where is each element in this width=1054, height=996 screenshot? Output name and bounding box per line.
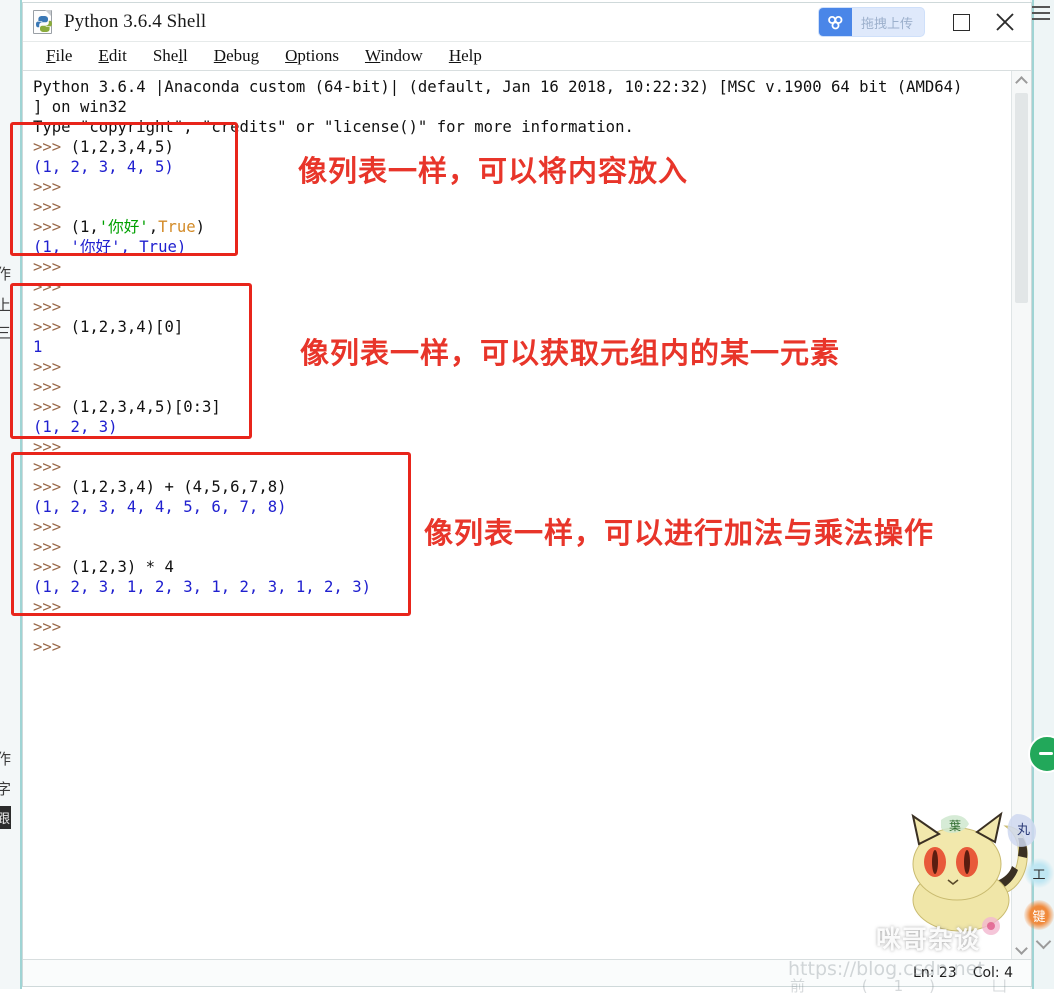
input-4: (1,2,3,4,5)[0:3]	[70, 398, 221, 416]
page-menu-icon[interactable]	[1032, 6, 1050, 20]
output-2: (1, '你好', True)	[33, 238, 187, 256]
bg-fragment-6: 跟	[0, 806, 12, 829]
prompt-18: >>>	[33, 598, 62, 616]
prompt-13: >>>	[33, 458, 62, 476]
input-2-keyword: True	[158, 218, 196, 236]
output-1: (1, 2, 3, 4, 5)	[33, 158, 174, 176]
output-4: (1, 2, 3)	[33, 418, 118, 436]
prompt-5: >>>	[33, 258, 62, 276]
input-2-mid: ,	[148, 218, 159, 236]
orange-badge-icon[interactable]: 键	[1024, 900, 1054, 930]
faint-toolbar-icons: 前 (1) 凵 ()	[790, 977, 1054, 995]
maximize-button[interactable]	[939, 3, 983, 41]
input-2-post: )	[195, 218, 206, 236]
annotation-add-multiply: 像列表一样，可以进行加法与乘法操作	[424, 516, 935, 550]
background-left-strip: 作 上 三 作 字 跟	[0, 0, 22, 989]
prompt-17: >>>	[33, 558, 62, 576]
prompt-9: >>>	[33, 358, 62, 376]
chevron-up-icon	[1015, 75, 1028, 89]
menu-item-help[interactable]: Help	[436, 46, 495, 66]
close-button[interactable]	[983, 3, 1027, 41]
prompt-1: >>>	[33, 138, 62, 156]
scroll-up-button[interactable]	[1012, 71, 1031, 90]
bg-fragment-3: 三	[0, 324, 12, 342]
scroll-down-button[interactable]	[1012, 940, 1031, 959]
maximize-icon	[952, 13, 970, 31]
banner-line-1: Python 3.6.4 |Anaconda custom (64-bit)| …	[33, 78, 963, 96]
menu-item-edit[interactable]: Edit	[85, 46, 139, 66]
output-5: (1, 2, 3, 4, 4, 5, 6, 7, 8)	[33, 498, 287, 516]
input-5: (1,2,3,4) + (4,5,6,7,8)	[70, 478, 287, 496]
prompt-8: >>>	[33, 318, 62, 336]
annotation-put-content: 像列表一样，可以将内容放入	[298, 154, 689, 188]
python-file-icon	[33, 10, 55, 34]
output-3: 1	[33, 338, 43, 356]
blue-badge-icon[interactable]: 工	[1024, 858, 1054, 888]
prompt-12: >>>	[33, 438, 62, 456]
drag-upload-button[interactable]: 拖拽上传	[817, 7, 925, 37]
title-bar: Python 3.6.4 Shell 拖拽上传	[23, 3, 1031, 42]
close-icon	[996, 13, 1014, 31]
prompt-14: >>>	[33, 478, 62, 496]
scrollbar-thumb[interactable]	[1015, 93, 1028, 303]
menu-item-window[interactable]: Window	[352, 46, 436, 66]
banner-line-3: Type "copyright", "credits" or "license(…	[33, 118, 634, 136]
drag-upload-label: 拖拽上传	[860, 16, 913, 32]
prompt-15: >>>	[33, 518, 62, 536]
brand-watermark: 咪哥杂谈	[876, 925, 981, 954]
prompt-11: >>>	[33, 398, 62, 416]
prompt-2: >>>	[33, 178, 62, 196]
menu-bar: File Edit Shell Debug Options Window Hel…	[23, 42, 1031, 71]
prompt-6: >>>	[33, 278, 62, 296]
annotation-index-element: 像列表一样，可以获取元组内的某一元素	[300, 336, 841, 370]
menu-item-options[interactable]: Options	[272, 46, 352, 66]
prompt-4: >>>	[33, 218, 62, 236]
cloud-upload-icon	[818, 8, 852, 36]
banner-line-2: ] on win32	[33, 98, 127, 116]
prompt-10: >>>	[33, 378, 62, 396]
bg-fragment-4: 作	[0, 750, 12, 768]
prompt-19: >>>	[33, 618, 62, 636]
prompt-16: >>>	[33, 538, 62, 556]
input-2-string: '你好'	[98, 218, 149, 236]
window-actions: 拖拽上传	[817, 3, 1027, 41]
chevron-down-icon	[1015, 941, 1028, 955]
menu-item-file[interactable]: File	[33, 46, 85, 66]
input-2-pre: (1,	[70, 218, 99, 236]
menu-item-debug[interactable]: Debug	[201, 46, 272, 66]
bg-fragment-2: 上	[0, 296, 12, 314]
menu-item-shell[interactable]: Shell	[140, 46, 201, 66]
input-1: (1,2,3,4,5)	[70, 138, 174, 156]
window-title: Python 3.6.4 Shell	[64, 11, 207, 32]
output-6: (1, 2, 3, 1, 2, 3, 1, 2, 3, 1, 2, 3)	[33, 578, 371, 596]
input-6: (1,2,3) * 4	[70, 558, 174, 576]
prompt-20: >>>	[33, 638, 62, 656]
divider-right	[1032, 0, 1034, 989]
bg-fragment-1: 作	[0, 265, 12, 283]
input-3: (1,2,3,4)[0]	[70, 318, 184, 336]
prompt-7: >>>	[33, 298, 62, 316]
vertical-scrollbar[interactable]	[1011, 71, 1031, 959]
prompt-3: >>>	[33, 198, 62, 216]
bg-fragment-5: 字	[0, 780, 12, 798]
